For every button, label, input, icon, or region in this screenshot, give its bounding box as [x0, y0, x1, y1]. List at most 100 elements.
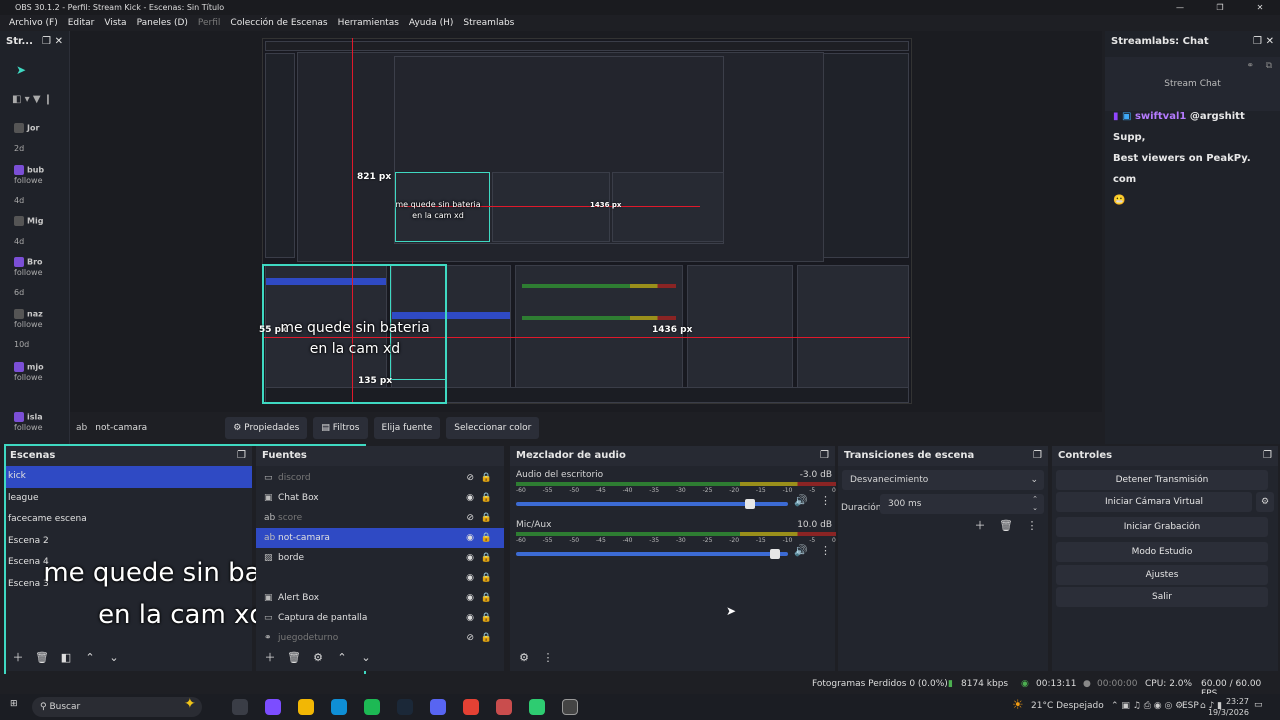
stop-streaming-button[interactable]: Detener Transmisión — [1056, 470, 1268, 490]
float-icon[interactable]: ❐ — [1253, 31, 1262, 53]
volume-slider[interactable] — [516, 549, 788, 559]
more-icon[interactable]: ⋮ — [820, 544, 831, 557]
transition-select[interactable]: Desvanecimiento ⌄ — [842, 470, 1044, 490]
mixer-channel: Audio del escritorio -3.0 dB -60 -55 -50 -45… — [516, 470, 836, 509]
select-color-button[interactable]: Seleccionar color — [446, 417, 540, 439]
minimize-button[interactable]: — — [1160, 0, 1200, 15]
chat-username[interactable]: swiftval1 — [1135, 111, 1186, 122]
text-icon: ab — [264, 513, 276, 523]
source-item[interactable]: ab not-camara ◉ 🔒 — [256, 528, 504, 548]
chat-message: ▮ ▣ swiftval1 @argshitt Supp, Best viewe… — [1113, 111, 1251, 206]
source-item[interactable]: ▣ Chat Box ◉ 🔒 — [256, 488, 504, 508]
task-view-icon[interactable] — [232, 699, 248, 715]
preview-overlay-text: me quede sin bateria en la cam xd — [280, 320, 430, 357]
source-item[interactable]: ▭ Captura de pantalla ◉ 🔒 — [256, 608, 504, 628]
virtual-camera-settings-icon[interactable]: ⚙ — [1256, 492, 1274, 512]
advanced-audio-button[interactable]: ⚙ — [514, 648, 534, 668]
start-recording-button[interactable]: Iniciar Grabación — [1056, 517, 1268, 537]
properties-button[interactable]: ⚙ Propiedades — [225, 417, 308, 439]
source-item[interactable]: ab score ⊘ 🔒 — [256, 508, 504, 528]
activity-feed-dock: Str... ❐ ✕ ➤ ◧ ▾ ▼ ❙ Jor 2d bub followe 4d … — [0, 31, 70, 444]
clock[interactable]: 23:27 19/3/2026 — [1199, 696, 1249, 718]
mixer-header: Mezclador de audio ❐ — [510, 446, 835, 466]
float-icon[interactable]: ❐ — [820, 446, 829, 466]
mixer-channel: Mic/Aux 10.0 dB -60 -55 -50 -45 -40 -35 -30 -25-… — [516, 520, 836, 559]
remove-source-button[interactable]: 🗑 — [284, 648, 304, 668]
settings-button[interactable]: Ajustes — [1056, 565, 1268, 585]
source-item[interactable]: ▣ Alert Box ◉ 🔒 — [256, 588, 504, 608]
float-icon[interactable]: ❐ — [42, 31, 51, 53]
controls-dock: Controles ❐ Detener Transmisión Iniciar C… — [1052, 446, 1278, 671]
steam-icon[interactable] — [397, 699, 413, 715]
send-icon[interactable]: ➤ — [16, 63, 26, 77]
feed-item: bub followe 4d — [14, 165, 45, 205]
lock-icon: 🔒 — [480, 513, 492, 523]
edge-icon[interactable] — [331, 699, 347, 715]
source-item[interactable]: ▭ discord ⊘ 🔒 — [256, 468, 504, 488]
remove-transition-button[interactable]: 🗑 — [996, 516, 1016, 536]
source-item[interactable]: ▨ borde ◉ 🔒 — [256, 548, 504, 568]
add-transition-button[interactable]: ＋ — [970, 516, 990, 536]
transition-menu-button[interactable]: ⋮ — [1022, 516, 1042, 536]
close-icon[interactable]: ✕ — [1266, 31, 1274, 53]
start-icon[interactable]: ⊞ — [10, 699, 18, 709]
menu-scene-collection[interactable]: Colección de Escenas — [225, 15, 332, 31]
copilot-sparkle-icon[interactable]: ✦ — [184, 696, 196, 712]
move-up-button[interactable]: ⌃ — [332, 648, 352, 668]
menu-view[interactable]: Vista — [99, 15, 131, 31]
speaker-icon[interactable]: 🔊 — [794, 544, 808, 557]
app-icon[interactable] — [496, 699, 512, 715]
chrome-icon[interactable] — [463, 699, 479, 715]
float-icon[interactable]: ❐ — [1263, 446, 1272, 466]
notification-icon[interactable]: ▭ — [1254, 700, 1263, 710]
select-source-button[interactable]: Elija fuente — [373, 417, 441, 439]
language-indicator[interactable]: ESP — [1182, 701, 1199, 711]
slider-handle[interactable] — [769, 549, 780, 559]
link-icon[interactable]: ⚭ — [1246, 61, 1254, 71]
menu-docks[interactable]: Paneles (D) — [132, 15, 193, 31]
menu-profile[interactable]: Perfil — [193, 15, 226, 31]
mixer-menu-button[interactable]: ⋮ — [538, 648, 558, 668]
volume-slider[interactable] — [516, 499, 788, 509]
copilot-icon[interactable] — [265, 699, 281, 715]
tray-icons[interactable]: ⌃ ▣ ♫ ⎙ ◉ ◎ ⚙ — [1111, 701, 1183, 711]
maximize-button[interactable]: ❐ — [1200, 0, 1240, 15]
hidden-eye-icon: ⊘ — [466, 513, 474, 523]
feed-item: naz followe 10d — [14, 309, 43, 349]
menu-help[interactable]: Ayuda (H) — [404, 15, 458, 31]
nested-controls — [797, 265, 909, 403]
studio-mode-button[interactable]: Modo Estudio — [1056, 542, 1268, 562]
filter-icon[interactable]: ◧ ▾ ▼ ❙ — [12, 94, 52, 105]
menu-tools[interactable]: Herramientas — [333, 15, 404, 31]
float-icon[interactable]: ❐ — [1033, 446, 1042, 466]
speaker-icon[interactable]: 🔊 — [794, 494, 808, 507]
filters-button[interactable]: ▤ Filtros — [313, 417, 368, 439]
spotify-icon[interactable] — [364, 699, 380, 715]
source-item[interactable]: ◉ 🔒 — [256, 568, 504, 588]
volume-meter — [516, 482, 836, 486]
discord-icon[interactable] — [430, 699, 446, 715]
kick-app-icon[interactable] — [529, 699, 545, 715]
close-button[interactable]: ✕ — [1240, 0, 1280, 15]
chat-title-area: ⚭ ⧉ Stream Chat — [1105, 57, 1280, 111]
move-down-button[interactable]: ⌄ — [356, 648, 376, 668]
menu-edit[interactable]: Editar — [63, 15, 100, 31]
bitrate: 8174 kbps — [961, 679, 1009, 689]
duration-spinbox[interactable]: 300 ms ⌃ ⌄ — [880, 494, 1044, 514]
dimension-label-bottom: 135 px — [358, 376, 393, 386]
file-explorer-icon[interactable] — [298, 699, 314, 715]
popout-icon[interactable]: ⧉ — [1266, 61, 1272, 71]
close-icon[interactable]: ✕ — [55, 31, 63, 53]
exit-button[interactable]: Salir — [1056, 587, 1268, 607]
more-icon[interactable]: ⋮ — [820, 494, 831, 507]
taskbar-search[interactable]: ⚲ Buscar — [32, 697, 202, 717]
source-properties-button[interactable]: ⚙ — [308, 648, 328, 668]
slider-handle[interactable] — [745, 499, 756, 509]
start-virtual-camera-button[interactable]: Iniciar Cámara Virtual — [1056, 492, 1252, 512]
twitch-icon — [14, 362, 24, 372]
menu-streamlabs[interactable]: Streamlabs — [458, 15, 519, 31]
obs-icon[interactable] — [562, 699, 578, 715]
add-source-button[interactable]: ＋ — [260, 648, 280, 668]
sources-header: Fuentes — [256, 446, 504, 466]
menu-file[interactable]: Archivo (F) — [4, 15, 63, 31]
